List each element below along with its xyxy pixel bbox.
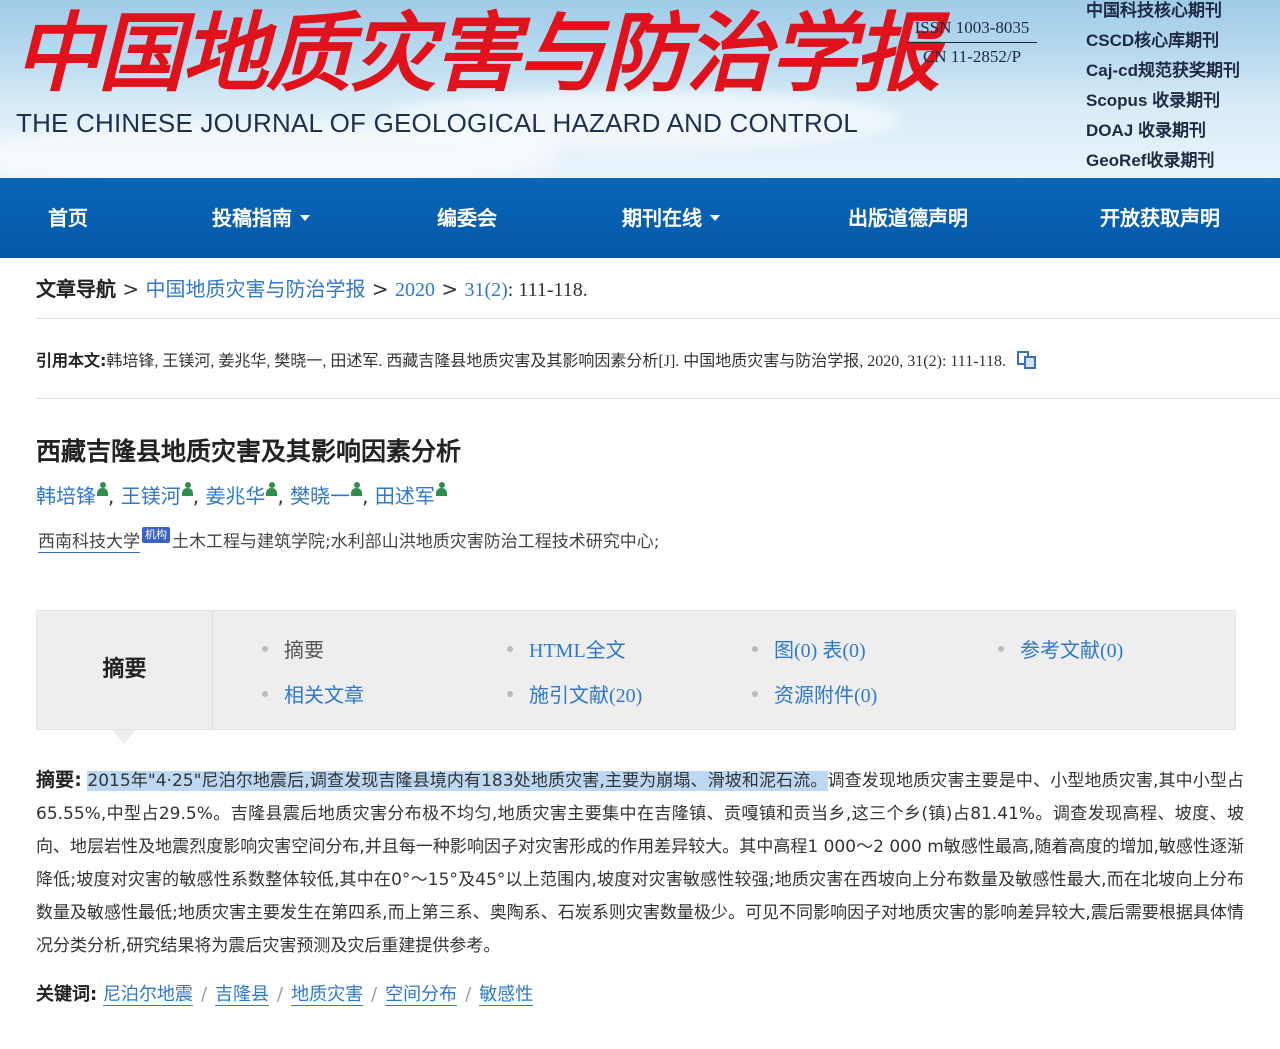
copy-icon[interactable] bbox=[1017, 350, 1037, 369]
abstract-body: 摘要: 2015年"4·25"尼泊尔地震后,调查发现吉隆县境内有183处地质灾害… bbox=[36, 764, 1244, 963]
tab-label: 资源附件(0) bbox=[774, 685, 878, 707]
person-icon bbox=[266, 482, 278, 496]
bullet-icon bbox=[507, 645, 513, 652]
badge-item: 中国科技核心期刊 bbox=[1086, 1, 1222, 20]
badge-item: CSCD核心库期刊 bbox=[1086, 31, 1220, 50]
bullet-icon bbox=[752, 690, 758, 697]
abstract-text: 调查发现地质灾害主要是中、小型地质灾害,其中小型占65.55%,中型占29.5%… bbox=[36, 771, 1245, 956]
nav-label: 首页 bbox=[48, 206, 88, 230]
tab-label: HTML全文 bbox=[529, 640, 626, 662]
nav-label: 编委会 bbox=[437, 206, 497, 230]
divider bbox=[36, 318, 1280, 319]
badge-item: Scopus 收录期刊 bbox=[1086, 91, 1221, 110]
keyword-link[interactable]: 尼泊尔地震 bbox=[102, 984, 193, 1006]
breadcrumb-issue-link[interactable]: 31(2) bbox=[464, 279, 507, 301]
nav-item-open-access[interactable]: 开放获取声明 bbox=[1100, 178, 1220, 258]
person-icon bbox=[351, 482, 363, 496]
bullet-icon bbox=[262, 690, 268, 697]
journal-banner: 中国地质灾害与防治学报 THE CHINESE JOURNAL OF GEOLO… bbox=[0, 0, 1280, 178]
bullet-icon bbox=[998, 645, 1004, 652]
nav-item-editorial-board[interactable]: 编委会 bbox=[437, 178, 497, 258]
tabs-pointer bbox=[112, 730, 136, 744]
keyword-link[interactable]: 地质灾害 bbox=[291, 984, 364, 1006]
keywords: 关键词: 尼泊尔地震 / 吉隆县 / 地质灾害 / 空间分布 / 敏感性 bbox=[36, 980, 534, 1006]
badge-item: GeoRef收录期刊 bbox=[1086, 151, 1215, 170]
tab-label: 参考文献(0) bbox=[1020, 640, 1124, 662]
main-nav: 首页 投稿指南 编委会 期刊在线 出版道德声明 开放获取声明 bbox=[0, 178, 1280, 258]
abstract-highlighted-text: 2015年"4·25"尼泊尔地震后,调查发现吉隆县境内有183处地质灾害,主要为… bbox=[87, 771, 828, 791]
badge-item: DOAJ 收录期刊 bbox=[1086, 121, 1206, 140]
caret-down-icon bbox=[300, 214, 310, 221]
citation-line: 引用本文:韩培锋, 王镁河, 姜兆华, 樊晓一, 田述军. 西藏吉隆县地质灾害及… bbox=[36, 346, 1037, 376]
affiliation-org-link[interactable]: 西南科技大学 bbox=[38, 532, 140, 553]
nav-label: 出版道德声明 bbox=[848, 206, 968, 230]
bullet-icon bbox=[507, 690, 513, 697]
nav-item-journal-online[interactable]: 期刊在线 bbox=[622, 178, 720, 258]
keyword-sep: / bbox=[371, 984, 378, 1005]
tab-abstract[interactable]: 摘要 bbox=[262, 634, 324, 663]
keyword-sep: / bbox=[277, 984, 284, 1005]
tab-related-articles[interactable]: 相关文章 bbox=[262, 679, 364, 708]
journal-logo-en: THE CHINESE JOURNAL OF GEOLOGICAL HAZARD… bbox=[16, 108, 859, 138]
issn-info: ISSN 1003-8035 CN 11-2852/P bbox=[904, 14, 1040, 71]
bullet-icon bbox=[752, 645, 758, 652]
badge-item: Caj-cd规范获奖期刊 bbox=[1086, 61, 1240, 80]
nav-item-ethics[interactable]: 出版道德声明 bbox=[848, 178, 968, 258]
tab-citing-articles[interactable]: 施引文献(20) bbox=[507, 679, 642, 708]
breadcrumb-sep: > bbox=[371, 277, 389, 301]
author-link[interactable]: 田述军 bbox=[375, 484, 435, 508]
tab-label: 施引文献(20) bbox=[529, 685, 643, 707]
tab-label: 相关文章 bbox=[284, 683, 364, 707]
nav-item-submission-guide[interactable]: 投稿指南 bbox=[212, 178, 310, 258]
nav-label: 开放获取声明 bbox=[1100, 206, 1220, 230]
tab-html-fulltext[interactable]: HTML全文 bbox=[507, 634, 626, 663]
tabs-section-label: 摘要 bbox=[37, 611, 213, 729]
breadcrumb-pages: : 111-118. bbox=[507, 279, 588, 301]
author-link[interactable]: 王镁河 bbox=[121, 484, 181, 508]
nav-label: 期刊在线 bbox=[622, 206, 702, 230]
cn-number: CN 11-2852/P bbox=[922, 47, 1022, 66]
affiliation-rest: 土木工程与建筑学院;水利部山洪地质灾害防治工程技术研究中心; bbox=[172, 532, 660, 552]
keyword-link[interactable]: 空间分布 bbox=[385, 984, 458, 1006]
issn-number: ISSN 1003-8035 bbox=[914, 18, 1030, 37]
keyword-link[interactable]: 吉隆县 bbox=[215, 984, 270, 1006]
keyword-sep: / bbox=[465, 984, 472, 1005]
person-icon bbox=[97, 482, 108, 496]
keyword-sep: / bbox=[200, 984, 208, 1005]
tab-label: 图(0) 表(0) bbox=[774, 640, 866, 662]
article-title: 西藏吉隆县地质灾害及其影响因素分析 bbox=[36, 437, 462, 466]
breadcrumb-sep: > bbox=[122, 277, 140, 301]
breadcrumb-sep: > bbox=[441, 277, 459, 301]
breadcrumb-label: 文章导航 bbox=[36, 277, 116, 301]
author-list: 韩培锋, 王镁河, 姜兆华, 樊晓一, 田述军 bbox=[36, 480, 447, 509]
affiliation: 西南科技大学 机构 土木工程与建筑学院;水利部山洪地质灾害防治工程技术研究中心; bbox=[38, 527, 660, 553]
bullet-icon bbox=[262, 645, 268, 652]
org-badge: 机构 bbox=[142, 527, 170, 543]
tab-label: 摘要 bbox=[284, 638, 324, 662]
indexing-badges: 中国科技核心期刊 CSCD核心库期刊 Caj-cd规范获奖期刊 Scopus 收… bbox=[1086, 0, 1280, 176]
tab-attachments[interactable]: 资源附件(0) bbox=[752, 679, 877, 708]
keywords-label: 关键词: bbox=[36, 984, 98, 1005]
abstract-label: 摘要: bbox=[36, 769, 82, 791]
person-icon bbox=[435, 482, 447, 496]
tab-references[interactable]: 参考文献(0) bbox=[998, 634, 1123, 663]
citation-text: 韩培锋, 王镁河, 姜兆华, 樊晓一, 田述军. 西藏吉隆县地质灾害及其影响因素… bbox=[106, 353, 1006, 370]
divider bbox=[36, 398, 1280, 399]
journal-logo-cn[interactable]: 中国地质灾害与防治学报 bbox=[14, 4, 940, 104]
breadcrumb-year-link[interactable]: 2020 bbox=[395, 279, 435, 301]
breadcrumb: 文章导航 > 中国地质灾害与防治学报 > 2020 > 31(2): 111-1… bbox=[36, 272, 588, 306]
citation-label: 引用本文: bbox=[36, 351, 107, 370]
author-link[interactable]: 姜兆华 bbox=[205, 484, 265, 508]
author-link[interactable]: 韩培锋 bbox=[36, 484, 96, 508]
person-icon bbox=[181, 482, 193, 496]
author-link[interactable]: 樊晓一 bbox=[290, 484, 350, 508]
caret-down-icon bbox=[710, 214, 720, 221]
article-tabs: 摘要 bbox=[36, 610, 1236, 730]
nav-item-home[interactable]: 首页 bbox=[48, 178, 88, 258]
tab-figures-tables[interactable]: 图(0) 表(0) bbox=[752, 634, 866, 663]
nav-label: 投稿指南 bbox=[212, 206, 292, 230]
keyword-link[interactable]: 敏感性 bbox=[479, 984, 534, 1006]
breadcrumb-journal-link[interactable]: 中国地质灾害与防治学报 bbox=[145, 277, 365, 301]
